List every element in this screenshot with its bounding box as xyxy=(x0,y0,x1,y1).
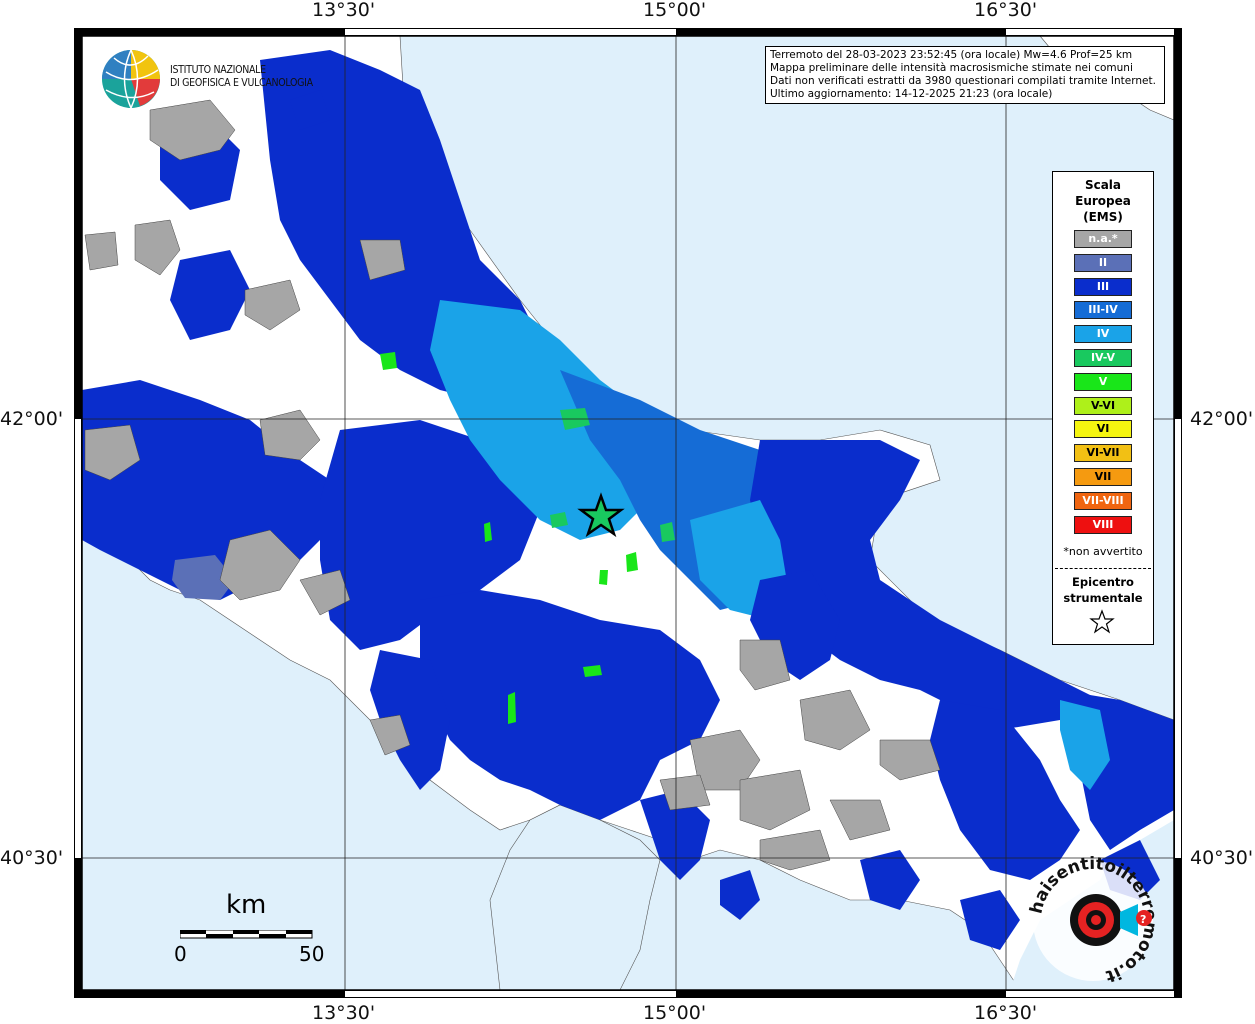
info-line-3: Dati non verificati estratti da 3980 que… xyxy=(770,75,1156,87)
info-line-4: Ultimo aggiornamento: 14-12-2025 21:23 (… xyxy=(770,88,1053,100)
right-label-4200: 42°00' xyxy=(1190,408,1254,430)
top-label-1500: 15°00' xyxy=(643,0,707,21)
legend-item: n.a.* xyxy=(1074,230,1132,248)
ingv-line-1: ISTITUTO NAZIONALE xyxy=(170,64,266,76)
legend-item: II xyxy=(1074,253,1132,272)
svg-text:?: ? xyxy=(1140,913,1146,926)
left-label-4200: 42°00' xyxy=(0,408,64,430)
ingv-line-2: DI GEOFISICA E VULCANOLOGIA xyxy=(170,77,313,89)
legend-title-line-2: Europea xyxy=(1075,194,1131,208)
legend-epicenter-label: Epicentro strumentale xyxy=(1053,574,1153,606)
star-icon xyxy=(1089,609,1115,634)
right-label-4030: 40°30' xyxy=(1190,847,1254,869)
legend-item: VII-VIII xyxy=(1074,491,1132,510)
ingv-logo xyxy=(100,48,162,114)
scale-ruler xyxy=(180,930,313,939)
scale-bar: km 0 50 xyxy=(174,890,324,970)
legend-item: VI xyxy=(1074,420,1132,439)
legend-item: III-IV xyxy=(1074,301,1132,320)
globe-icon xyxy=(102,49,160,109)
info-line-2: Mappa preliminare delle intensità macros… xyxy=(770,62,1133,74)
bottom-label-1630: 16°30' xyxy=(974,1002,1038,1024)
ems-legend: Scala Europea (EMS) n.a.* II III III-IV IV IV… xyxy=(1052,171,1154,645)
legend-separator xyxy=(1055,568,1151,569)
ingv-name: ISTITUTO NAZIONALE DI GEOFISICA E VULCAN… xyxy=(170,64,313,90)
legend-title: Scala Europea (EMS) xyxy=(1053,177,1153,225)
left-label-4030: 40°30' xyxy=(0,847,64,869)
legend-item: IV-V xyxy=(1074,349,1132,367)
bottom-label-1500: 15°00' xyxy=(643,1002,707,1024)
scale-end: 50 xyxy=(299,942,325,966)
legend-item: IV xyxy=(1074,325,1132,344)
legend-item: V xyxy=(1074,372,1132,391)
scale-unit: km xyxy=(226,890,267,920)
scale-start: 0 xyxy=(174,942,187,966)
legend-item: VIII xyxy=(1074,515,1132,534)
top-label-1630: 16°30' xyxy=(974,0,1038,21)
info-line-1: Terremoto del 28-03-2023 23:52:45 (ora l… xyxy=(770,49,1133,61)
legend-note: *non avvertito xyxy=(1063,545,1143,558)
top-label-1330: 13°30' xyxy=(312,0,376,21)
legend-epicenter-line-1: Epicentro xyxy=(1072,575,1134,589)
legend-title-line-1: Scala xyxy=(1084,178,1122,192)
legend-item: V-VI xyxy=(1074,396,1132,415)
bottom-label-1330: 13°30' xyxy=(312,1002,376,1024)
legend-title-line-3: (EMS) xyxy=(1083,210,1123,224)
legend-item: VI-VII xyxy=(1074,444,1132,463)
legend-item: VII xyxy=(1074,468,1132,486)
hsit-logo: haisentitoilterremoto.it ? xyxy=(1028,856,1158,986)
legend-epicenter-line-2: strumentale xyxy=(1063,591,1143,605)
legend-item: III xyxy=(1074,277,1132,296)
earthquake-info-box: Terremoto del 28-03-2023 23:52:45 (ora l… xyxy=(765,46,1165,104)
